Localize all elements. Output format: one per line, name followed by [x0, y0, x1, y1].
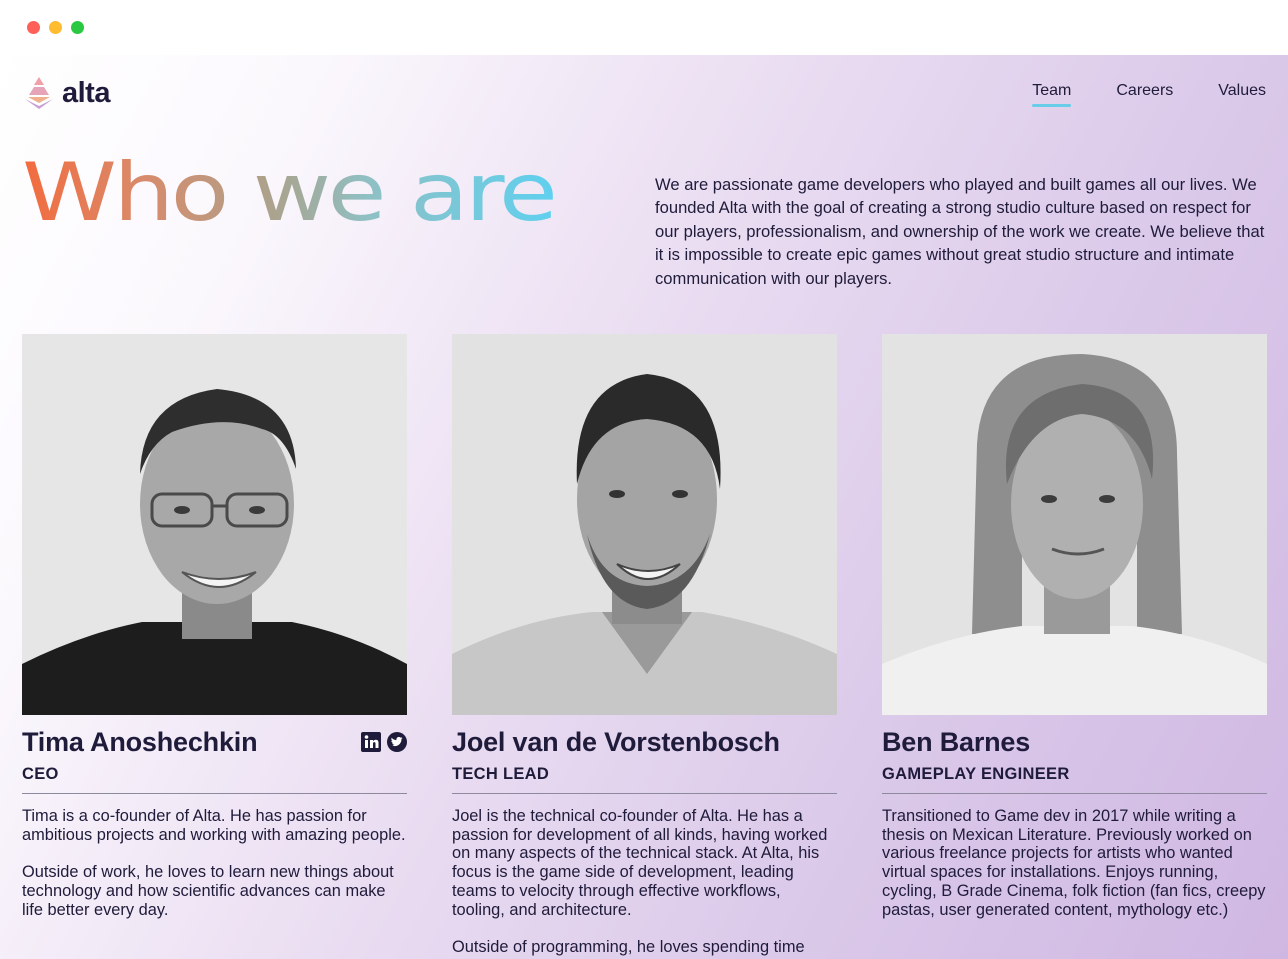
maximize-window-button[interactable] [71, 21, 84, 34]
alta-logo-icon [25, 77, 53, 109]
brand-name: alta [62, 76, 110, 109]
team-card: Joel van de Vorstenbosch TECH LEAD Joel … [452, 334, 837, 959]
team-member-photo [452, 334, 837, 715]
team-member-photo [882, 334, 1267, 715]
bio-paragraph: Outside of programming, he loves spendin… [452, 937, 805, 956]
minimize-window-button[interactable] [49, 21, 62, 34]
team-member-photo [22, 334, 407, 715]
team-member-name: Tima Anoshechkin [22, 726, 258, 757]
nav-careers[interactable]: Careers [1116, 82, 1173, 104]
team-member-role: GAMEPLAY ENGINEER [882, 765, 1267, 794]
main-nav: Team Careers Values [1032, 82, 1266, 107]
bio-paragraph: Transitioned to Game dev in 2017 while w… [882, 807, 1266, 919]
team-member-bio: Joel is the technical co-founder of Alta… [452, 807, 837, 957]
nav-values[interactable]: Values [1218, 82, 1266, 104]
team-card: Tima Anoshechkin CEO Tima is a co-founde… [22, 334, 407, 959]
team-grid: Tima Anoshechkin CEO Tima is a co-founde… [22, 334, 1267, 959]
intro-paragraph: We are passionate game developers who pl… [655, 175, 1265, 288]
bio-paragraph: Tima is a co-founder of Alta. He has pas… [22, 807, 406, 844]
team-member-bio: Tima is a co-founder of Alta. He has pas… [22, 807, 407, 919]
bio-paragraph: Joel is the technical co-founder of Alta… [452, 807, 828, 919]
nav-team[interactable]: Team [1032, 82, 1072, 107]
logo-link[interactable]: alta [22, 75, 110, 111]
linkedin-icon[interactable] [361, 732, 381, 752]
twitter-icon[interactable] [387, 732, 407, 752]
team-member-name: Joel van de Vorstenbosch [452, 726, 780, 757]
social-links [361, 732, 407, 752]
team-member-role: TECH LEAD [452, 765, 837, 794]
team-member-name: Ben Barnes [882, 726, 1031, 757]
bio-paragraph: Outside of work, he loves to learn new t… [22, 863, 394, 919]
team-card: Ben Barnes GAMEPLAY ENGINEER Transitione… [882, 334, 1267, 959]
team-member-bio: Transitioned to Game dev in 2017 while w… [882, 807, 1267, 919]
page-title: Who we are [22, 146, 558, 239]
page: alta Team Careers Values Who we are We a… [0, 55, 1288, 959]
close-window-button[interactable] [27, 21, 40, 34]
window-chrome [0, 0, 1288, 55]
team-member-role: CEO [22, 765, 407, 794]
